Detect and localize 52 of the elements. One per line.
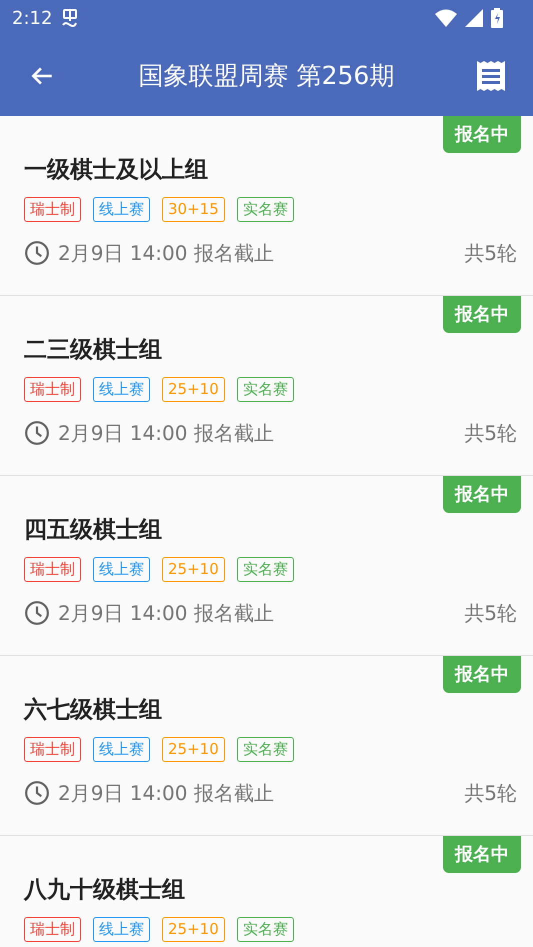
rounds-text: 共5轮 [464,780,517,807]
tag: 实名赛 [236,377,294,402]
tag: 25+10 [162,557,225,582]
tag: 瑞士制 [24,917,81,942]
deadline-text: 2月9日 14:00 报名截止 [58,780,274,807]
page-title: 国象联盟周赛 第256期 [138,61,394,90]
rounds-text: 共5轮 [464,240,517,267]
signal-icon [465,9,483,27]
status-badge: 报名中 [443,116,521,153]
tag: 线上赛 [93,377,150,402]
tag: 瑞士制 [24,377,81,402]
status-badge: 报名中 [443,836,521,873]
tag: 实名赛 [236,557,294,582]
tag: 实名赛 [236,737,294,762]
tag: 瑞士制 [24,197,81,222]
group-title: 一级棋士及以上组 [24,157,208,183]
tag: 线上赛 [93,197,150,222]
tag: 25+10 [162,737,225,762]
group-card[interactable]: 报名中 二三级棋士组 瑞士制 线上赛 25+10 实名赛 2月9日 14:00 报名截止 共5轮 [0,296,533,476]
battery-icon [491,8,503,28]
clock-icon [24,240,50,266]
deadline-text: 2月9日 14:00 报名截止 [58,240,274,267]
deadline-text: 2月9日 14:00 报名截止 [58,600,274,627]
status-time: 2:12 [12,6,52,30]
group-title: 四五级棋士组 [24,517,162,543]
clock-icon [24,420,50,446]
status-badge: 报名中 [443,296,521,333]
deadline-text: 2月9日 14:00 报名截止 [58,420,274,447]
tag: 线上赛 [93,737,150,762]
tag: 实名赛 [236,197,294,222]
rounds-text: 共5轮 [464,600,517,627]
wifi-icon [435,9,457,27]
tag: 瑞士制 [24,557,81,582]
group-card[interactable]: 报名中 四五级棋士组 瑞士制 线上赛 25+10 实名赛 2月9日 14:00 报名截止 共5轮 [0,476,533,656]
tag: 实名赛 [236,917,294,942]
tag: 25+10 [162,917,225,942]
tag: 30+15 [162,197,225,222]
tag: 25+10 [162,377,225,402]
group-title: 八九十级棋士组 [24,877,185,903]
tag: 瑞士制 [24,737,81,762]
clock-icon [24,600,50,626]
group-card[interactable]: 报名中 一级棋士及以上组 瑞士制 线上赛 30+15 实名赛 2月9日 14:00 报名截止 共5轮 [0,116,533,296]
group-title: 二三级棋士组 [24,337,162,363]
status-badge: 报名中 [443,656,521,693]
tag: 线上赛 [93,917,150,942]
receipt-icon [477,61,505,91]
rounds-text: 共5轮 [464,420,517,447]
tag: 线上赛 [93,557,150,582]
clock-icon [24,780,50,806]
group-card[interactable]: 报名中 六七级棋士组 瑞士制 线上赛 25+10 实名赛 2月9日 14:00 报名截止 共5轮 [0,656,533,836]
status-badge: 报名中 [443,476,521,513]
group-title: 六七级棋士组 [24,697,162,723]
